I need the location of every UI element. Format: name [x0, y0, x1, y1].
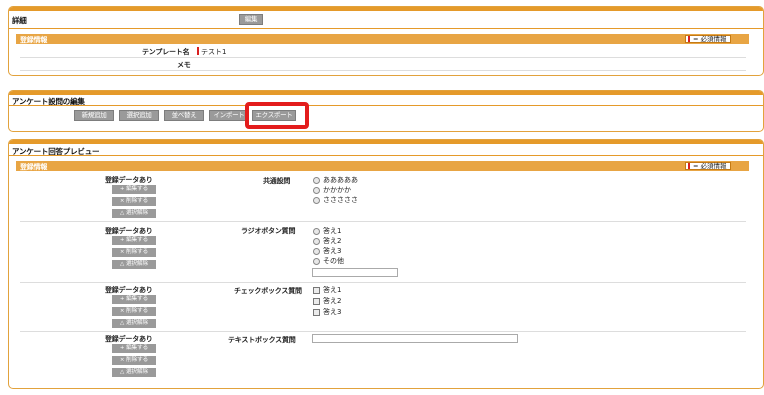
- edit-item-button[interactable]: + 編集する: [112, 344, 156, 353]
- checkbox-option[interactable]: [313, 309, 320, 316]
- radio-option[interactable]: [313, 258, 320, 265]
- preview-section-label: 登録情報: [20, 163, 48, 171]
- radio-option[interactable]: [313, 228, 320, 235]
- detail-section-bar: 登録情報 = 必須情報: [16, 34, 749, 44]
- deselect-button[interactable]: △ 選択解除: [112, 319, 156, 328]
- option-label: 答え2: [323, 237, 342, 245]
- option-label: 答え1: [323, 286, 342, 294]
- export-highlight-box: [245, 102, 309, 129]
- registered-label: 登録データあり: [105, 286, 153, 294]
- checkbox-option[interactable]: [313, 298, 320, 305]
- edit-item-button[interactable]: + 編集する: [112, 295, 156, 304]
- registered-label: 登録データあり: [105, 335, 153, 343]
- option-label: さささささ: [323, 196, 358, 204]
- registered-label: 登録データあり: [105, 176, 153, 184]
- question-title: チェックボックス質問: [234, 287, 302, 295]
- required-legend: = 必須情報: [685, 35, 731, 43]
- delete-item-button[interactable]: × 削除する: [112, 248, 156, 257]
- delete-item-button[interactable]: × 削除する: [112, 356, 156, 365]
- radio-option[interactable]: [313, 177, 320, 184]
- detail-title: 詳細: [12, 16, 27, 25]
- text-answer-input[interactable]: [312, 334, 518, 343]
- question-title: テキストボックス質問: [228, 336, 296, 344]
- radio-option[interactable]: [313, 197, 320, 204]
- option-label: かかかか: [323, 186, 351, 194]
- deselect-button[interactable]: △ 選択解除: [112, 209, 156, 218]
- required-mark-icon: [688, 163, 690, 169]
- registered-label: 登録データあり: [105, 227, 153, 235]
- option-label: 答え3: [323, 308, 342, 316]
- edit-item-button[interactable]: + 編集する: [112, 185, 156, 194]
- other-text-input[interactable]: [312, 268, 398, 277]
- delete-item-button[interactable]: × 削除する: [112, 307, 156, 316]
- required-mark-icon: [197, 47, 199, 55]
- template-name-label: テンプレート名: [142, 48, 190, 56]
- edit-button[interactable]: 編集: [239, 14, 263, 25]
- reorder-button[interactable]: 並べ替え: [164, 110, 204, 121]
- option-label: 答え3: [323, 247, 342, 255]
- import-button[interactable]: インポート: [209, 110, 249, 121]
- select-add-button[interactable]: 選択追加: [119, 110, 159, 121]
- preview-section-bar: 登録情報 = 必須情報: [16, 161, 749, 171]
- radio-option[interactable]: [313, 238, 320, 245]
- memo-label: メモ: [177, 61, 191, 69]
- option-label: あああああ: [323, 176, 358, 184]
- required-mark-icon: [688, 36, 690, 42]
- deselect-button[interactable]: △ 選択解除: [112, 260, 156, 269]
- template-name-value: テスト1: [201, 48, 227, 56]
- edit-item-button[interactable]: + 編集する: [112, 236, 156, 245]
- preview-required-legend: = 必須情報: [685, 162, 731, 170]
- option-label: 答え2: [323, 297, 342, 305]
- new-add-button[interactable]: 新規追加: [74, 110, 114, 121]
- deselect-button[interactable]: △ 選択解除: [112, 368, 156, 377]
- option-label: その他: [323, 257, 344, 265]
- radio-option[interactable]: [313, 187, 320, 194]
- radio-option[interactable]: [313, 248, 320, 255]
- detail-section-label: 登録情報: [20, 36, 48, 44]
- option-label: 答え1: [323, 227, 342, 235]
- checkbox-option[interactable]: [313, 287, 320, 294]
- question-title: ラジオボタン質問: [241, 227, 296, 235]
- question-title: 共通設問: [263, 177, 291, 185]
- delete-item-button[interactable]: × 削除する: [112, 197, 156, 206]
